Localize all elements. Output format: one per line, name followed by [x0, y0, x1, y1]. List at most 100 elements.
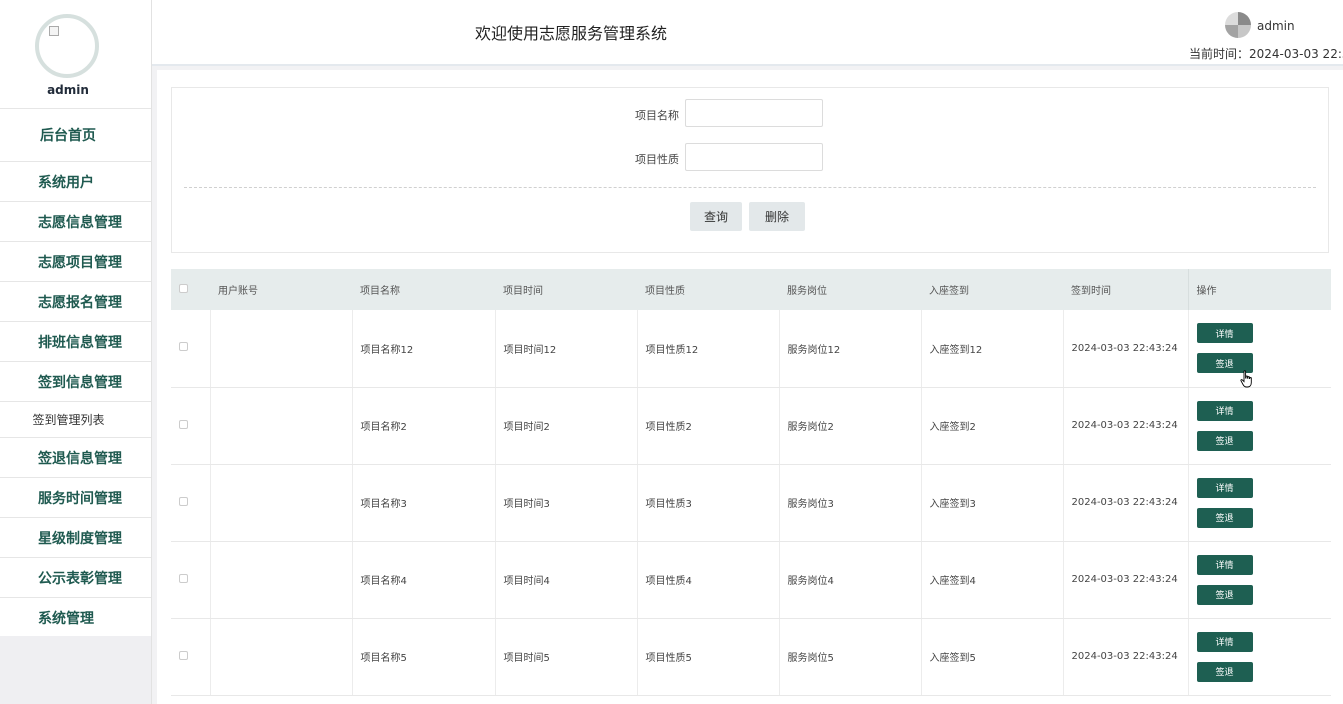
cell-account: [209, 310, 352, 388]
sidebar-panel: admin 后台首页 系统用户 志愿信息管理 志愿项目管理 志愿报名管理 排班信…: [0, 0, 151, 636]
sidebar-item-checkin[interactable]: 签到信息管理: [0, 361, 151, 401]
row-select-cell: [171, 310, 210, 388]
project-name-label: 项目名称: [635, 109, 679, 122]
checkout-button[interactable]: 签退: [1196, 661, 1253, 682]
cell-project-nature: 项目性质4: [636, 541, 779, 619]
cell-project-nature: 项目性质2: [636, 387, 779, 465]
table-header-row: 用户账号 项目名称 项目时间 项目性质 服务岗位 入座签到 签到时间 操作: [171, 269, 1331, 310]
cell-project-time: 项目时间12: [494, 310, 637, 388]
page-title: 欢迎使用志愿服务管理系统: [475, 24, 668, 43]
checkout-button[interactable]: 签退: [1196, 430, 1253, 451]
row-checkbox[interactable]: [179, 573, 188, 583]
row-checkbox[interactable]: [179, 650, 188, 660]
cell-project-nature: 项目性质3: [636, 464, 779, 542]
cell-checkin-time: 2024-03-03 22:43:24: [1062, 541, 1188, 619]
detail-button[interactable]: 详情: [1196, 400, 1253, 421]
cell-checkin-time: 2024-03-03 22:43:24: [1062, 618, 1188, 696]
cell-project-time: 项目时间3: [494, 464, 637, 542]
checkout-button[interactable]: 签退: [1196, 507, 1253, 528]
detail-button[interactable]: 详情: [1196, 631, 1253, 652]
column-header: 服务岗位: [779, 269, 921, 310]
cell-service-post: 服务岗位12: [778, 310, 921, 388]
sidebar-item-commendation[interactable]: 公示表彰管理: [0, 557, 151, 597]
sidebar-item-schedule[interactable]: 排班信息管理: [0, 321, 151, 361]
project-nature-input[interactable]: [685, 143, 823, 171]
detail-button[interactable]: 详情: [1196, 554, 1253, 575]
cell-service-post: 服务岗位4: [778, 541, 921, 619]
data-table: 用户账号 项目名称 项目时间 项目性质 服务岗位 入座签到 签到时间 操作 项目…: [171, 269, 1331, 696]
sidebar-item-volunteer-info[interactable]: 志愿信息管理: [0, 201, 151, 241]
broken-image-icon: [49, 26, 59, 36]
cell-account: [209, 464, 352, 542]
cell-checkin-time: 2024-03-03 22:43:24: [1062, 464, 1188, 542]
checkout-button[interactable]: 签退: [1196, 584, 1253, 605]
cell-service-post: 服务岗位5: [778, 618, 921, 696]
cell-project-time: 项目时间5: [494, 618, 637, 696]
detail-button[interactable]: 详情: [1196, 477, 1253, 498]
sidebar-subitem-checkin-list[interactable]: 签到管理列表: [0, 401, 151, 437]
cell-account: [209, 541, 352, 619]
cell-checkin-time: 2024-03-03 22:43:24: [1062, 387, 1188, 465]
sidebar-item-home[interactable]: 后台首页: [0, 108, 151, 161]
column-header: 项目性质: [637, 269, 779, 310]
table-row: 项目名称5 项目时间5 项目性质5 服务岗位5 入座签到5 2024-03-03…: [171, 618, 1331, 696]
detail-button[interactable]: 详情: [1196, 323, 1253, 344]
sidebar-item-checkout[interactable]: 签退信息管理: [0, 437, 151, 477]
column-header: 项目时间: [495, 269, 637, 310]
cell-checkin: 入座签到3: [920, 464, 1063, 542]
sidebar-item-volunteer-signup[interactable]: 志愿报名管理: [0, 281, 151, 321]
cell-checkin: 入座签到12: [920, 310, 1063, 388]
table-row: 项目名称4 项目时间4 项目性质4 服务岗位4 入座签到4 2024-03-03…: [171, 541, 1331, 619]
select-all-checkbox[interactable]: [179, 283, 188, 293]
main-content: 项目名称 项目性质 查询 删除 用户账号 项目名称 项目时间 项目性质 服务岗位…: [157, 70, 1343, 704]
row-select-cell: [171, 464, 210, 542]
cell-service-post: 服务岗位3: [778, 464, 921, 542]
sidebar-item-service-time[interactable]: 服务时间管理: [0, 477, 151, 517]
column-header: 用户账号: [210, 269, 352, 310]
user-avatar-icon[interactable]: [1225, 12, 1251, 38]
cell-project-nature: 项目性质12: [636, 310, 779, 388]
query-button[interactable]: 查询: [690, 202, 742, 231]
cell-account: [209, 387, 352, 465]
cell-service-post: 服务岗位2: [778, 387, 921, 465]
row-checkbox[interactable]: [179, 419, 188, 429]
row-select-cell: [171, 541, 210, 619]
column-header: 操作: [1187, 269, 1331, 310]
hand-cursor-icon: [1240, 370, 1252, 388]
search-panel: 项目名称 项目性质 查询 删除: [171, 87, 1329, 253]
cell-actions: 详情 签退: [1187, 618, 1331, 696]
row-select-cell: [171, 387, 210, 465]
cell-project-name: 项目名称5: [351, 618, 495, 696]
table-row: 项目名称12 项目时间12 项目性质12 服务岗位12 入座签到12 2024-…: [171, 310, 1331, 388]
divider: [184, 187, 1316, 188]
sidebar-item-volunteer-projects[interactable]: 志愿项目管理: [0, 241, 151, 281]
cell-project-nature: 项目性质5: [636, 618, 779, 696]
sidebar-item-star-rating[interactable]: 星级制度管理: [0, 517, 151, 557]
select-all-cell: [171, 269, 210, 310]
sidebar-item-system-users[interactable]: 系统用户: [0, 161, 151, 201]
cell-project-time: 项目时间4: [494, 541, 637, 619]
cell-checkin: 入座签到4: [920, 541, 1063, 619]
row-checkbox[interactable]: [179, 496, 188, 506]
row-select-cell: [171, 618, 210, 696]
row-checkbox[interactable]: [179, 342, 188, 352]
project-name-input[interactable]: [685, 99, 823, 127]
cell-actions: 详情 签退: [1187, 464, 1331, 542]
cell-project-name: 项目名称2: [351, 387, 495, 465]
column-header: 签到时间: [1063, 269, 1188, 310]
avatar[interactable]: [35, 14, 99, 78]
cell-checkin: 入座签到2: [920, 387, 1063, 465]
sidebar-item-system-admin[interactable]: 系统管理: [0, 597, 151, 637]
cell-actions: 详情 签退: [1187, 541, 1331, 619]
cell-project-time: 项目时间2: [494, 387, 637, 465]
header-username[interactable]: admin: [1257, 19, 1295, 33]
top-bar: 欢迎使用志愿服务管理系统 admin 当前时间：2024-03-03 22:56…: [152, 0, 1343, 66]
current-time: 当前时间：2024-03-03 22:56:1: [1189, 47, 1343, 61]
sidebar: admin 后台首页 系统用户 志愿信息管理 志愿项目管理 志愿报名管理 排班信…: [0, 0, 152, 704]
sidebar-menu: 后台首页 系统用户 志愿信息管理 志愿项目管理 志愿报名管理 排班信息管理 签到…: [0, 108, 151, 637]
table-row: 项目名称2 项目时间2 项目性质2 服务岗位2 入座签到2 2024-03-03…: [171, 387, 1331, 465]
delete-button[interactable]: 删除: [749, 202, 805, 231]
sidebar-username: admin: [47, 83, 89, 97]
cell-checkin: 入座签到5: [920, 618, 1063, 696]
table-row: 项目名称3 项目时间3 项目性质3 服务岗位3 入座签到3 2024-03-03…: [171, 464, 1331, 542]
